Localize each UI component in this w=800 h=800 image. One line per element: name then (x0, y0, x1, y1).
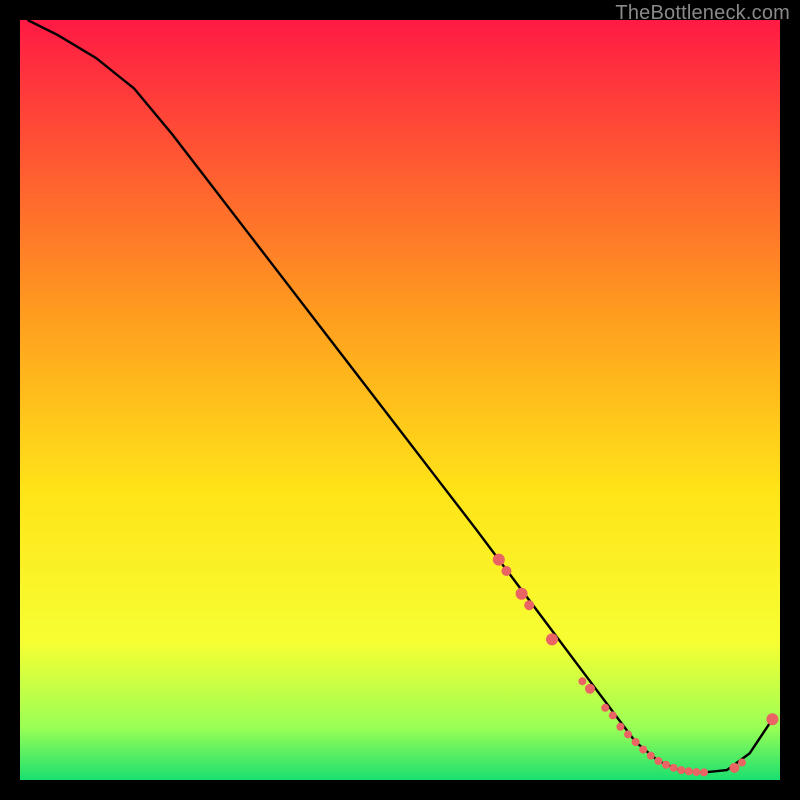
data-marker (585, 684, 595, 694)
data-marker (624, 730, 632, 738)
data-marker (654, 757, 662, 765)
chart-stage: TheBottleneck.com (0, 0, 800, 800)
data-marker (639, 746, 647, 754)
data-marker (516, 588, 528, 600)
gradient-background (20, 20, 780, 780)
data-marker (766, 713, 778, 725)
data-marker (677, 766, 685, 774)
data-marker (692, 768, 700, 776)
data-marker (685, 767, 693, 775)
data-marker (616, 723, 624, 731)
data-marker (647, 752, 655, 760)
data-marker (578, 677, 586, 685)
data-marker (738, 759, 746, 767)
data-marker (524, 600, 534, 610)
data-marker (493, 554, 505, 566)
data-marker (662, 761, 670, 769)
data-marker (601, 704, 609, 712)
data-marker (609, 711, 617, 719)
data-marker (632, 738, 640, 746)
data-marker (501, 566, 511, 576)
data-marker (670, 764, 678, 772)
data-marker (700, 768, 708, 776)
data-marker (546, 633, 558, 645)
chart-svg (20, 20, 780, 780)
plot-area (20, 20, 780, 780)
data-marker (729, 763, 739, 773)
